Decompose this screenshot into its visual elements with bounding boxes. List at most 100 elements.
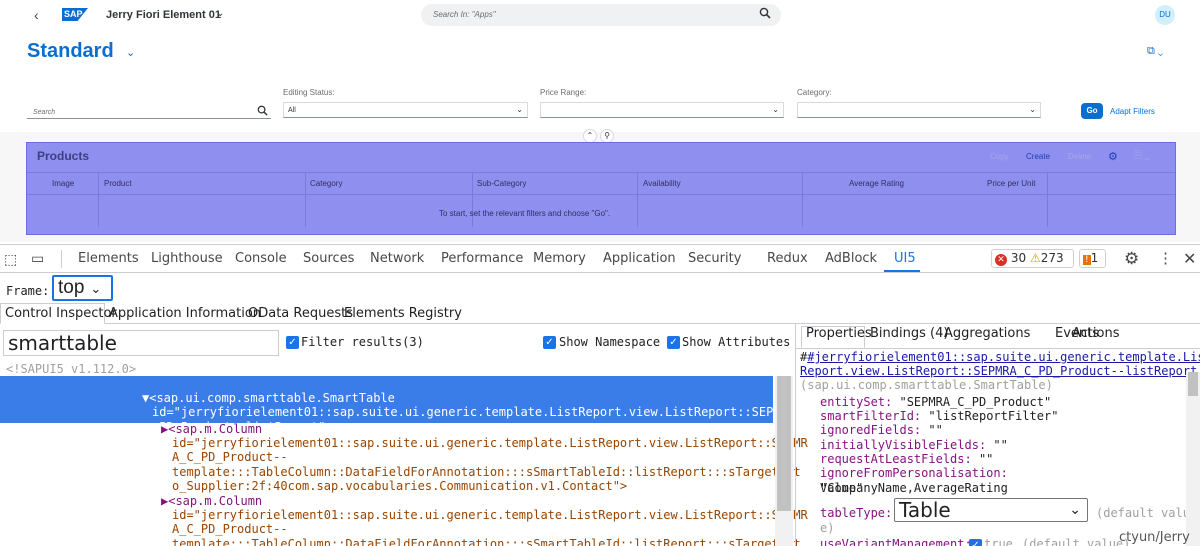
chevron-down-icon[interactable]: ⌄	[216, 8, 224, 19]
editing-status-select[interactable]: All ⌄	[283, 102, 528, 118]
tree-line: A_C_PD_Product--	[172, 522, 288, 537]
issues-count[interactable]: ! 1	[1079, 249, 1106, 268]
create-button[interactable]: Create	[1026, 152, 1050, 161]
subtab-control-inspector[interactable]: Control Inspector	[5, 306, 117, 321]
property-key: ignoreFromPersonalisation:	[820, 466, 1008, 480]
tree-line: id="jerryfiorielement01::sap.suite.ui.ge…	[172, 508, 808, 523]
tab-security[interactable]: Security	[688, 251, 741, 266]
property-value[interactable]: "listReportFilter"	[928, 409, 1058, 423]
table-type-value: Table	[899, 498, 951, 522]
tree-line: template:::TableColumn::DataFieldForAnno…	[172, 464, 801, 479]
collapse-header-icon[interactable]: ⌃	[583, 129, 597, 143]
property-key: entitySet:	[820, 395, 893, 409]
tree-line: id="jerryfiorielement01::sap.suite.ui.ge…	[152, 405, 810, 420]
filter-results-checkbox[interactable]: ✓	[286, 336, 299, 349]
variant-title[interactable]: Standard	[27, 40, 114, 63]
table-header-bottom-line	[27, 194, 1175, 195]
property-value[interactable]: ""	[979, 452, 993, 466]
properties-scrollbar[interactable]	[1186, 372, 1200, 546]
tab-console[interactable]: Console	[235, 251, 287, 266]
column-header[interactable]: Sub-Category	[477, 179, 526, 188]
table-type-select[interactable]: Table ⌄	[894, 498, 1088, 522]
properties-scrollbar-thumb[interactable]	[1188, 372, 1198, 396]
filter-search-input[interactable]: Search	[27, 103, 271, 119]
warning-count: 273	[1040, 251, 1064, 265]
rtab-aggregations[interactable]: Aggregations	[944, 326, 1030, 341]
property-row: smartFilterId: "listReportFilter"	[820, 409, 1058, 424]
tab-redux[interactable]: Redux	[767, 251, 808, 266]
tab-network[interactable]: Network	[370, 251, 424, 266]
device-toolbar-icon[interactable]: ▭	[31, 250, 44, 267]
console-counts[interactable]: ✕ 30 ⚠273	[991, 249, 1074, 268]
category-select[interactable]: ⌄	[797, 102, 1041, 118]
column-header[interactable]: Availability	[643, 179, 681, 188]
back-icon[interactable]: ‹	[34, 7, 39, 23]
adapt-filters-button[interactable]: Adapt Filters	[1110, 107, 1155, 116]
property-key: requestAtLeastFields:	[820, 452, 972, 466]
tab-sources[interactable]: Sources	[303, 251, 354, 266]
frame-select[interactable]: top ⌄	[52, 275, 113, 301]
active-tab-indicator	[884, 270, 920, 272]
rtab-bindings[interactable]: Bindings (4)	[870, 326, 948, 341]
frame-label: Frame:	[6, 284, 50, 298]
search-icon[interactable]	[759, 7, 771, 19]
tree-scrollbar-thumb[interactable]	[777, 376, 791, 511]
subtab-odata-requests[interactable]: OData Requests	[248, 306, 353, 321]
subtab-application-information[interactable]: Application Information	[109, 306, 261, 321]
tab-ui5[interactable]: UI5	[894, 251, 916, 266]
tree-line: ▶<sap.m.Column	[161, 494, 263, 508]
search-icon[interactable]	[257, 105, 268, 116]
tab-lighthouse[interactable]: Lighthouse	[151, 251, 223, 266]
control-search-input[interactable]: smarttable	[3, 330, 279, 356]
control-type: (sap.ui.comp.smarttable.SmartTable)	[800, 378, 1053, 392]
tab-application[interactable]: Application	[603, 251, 676, 266]
variant-chevron-icon[interactable]: ⌄	[126, 46, 135, 59]
avatar[interactable]: DU	[1155, 5, 1175, 25]
pin-icon[interactable]: ⚲	[600, 129, 614, 143]
column-header[interactable]: Price per Unit	[987, 179, 1035, 188]
delete-button[interactable]: Delete	[1068, 152, 1091, 161]
column-header[interactable]: Average Rating	[849, 179, 904, 188]
tree-line: ▶<sap.m.Column	[161, 422, 263, 436]
show-namespace-checkbox[interactable]: ✓	[543, 336, 556, 349]
property-key: smartFilterId:	[820, 409, 922, 423]
tab-memory[interactable]: Memory	[533, 251, 586, 266]
share-icon[interactable]: ⧉ ⌄	[1147, 45, 1163, 58]
column-header[interactable]: Category	[310, 179, 342, 188]
show-attributes-checkbox[interactable]: ✓	[667, 336, 680, 349]
control-id-link[interactable]: #jerryfiorielement01::sap.suite.ui.gener…	[807, 350, 1200, 364]
property-value[interactable]: ""	[993, 438, 1007, 452]
property-value[interactable]: ""	[928, 423, 942, 437]
property-value[interactable]: "SEPMRA_C_PD_Product"	[899, 395, 1051, 409]
subtab-elements-registry[interactable]: Elements Registry	[344, 306, 462, 321]
issues-icon: !	[1083, 255, 1091, 265]
tab-adblock[interactable]: AdBlock	[825, 251, 877, 266]
copy-button[interactable]: Copy	[990, 152, 1009, 161]
settings-icon[interactable]: ⚙	[1108, 150, 1118, 163]
close-icon[interactable]: ✕	[1183, 249, 1196, 269]
column-divider	[98, 173, 99, 227]
go-button[interactable]: Go	[1081, 103, 1103, 119]
app-title[interactable]: Jerry Fiori Element 01	[106, 9, 221, 21]
shell-search-placeholder: Search In: "Apps"	[433, 10, 496, 19]
default-value-note: (default value)	[1022, 537, 1131, 546]
settings-icon[interactable]: ⚙	[1124, 249, 1139, 269]
inspect-element-icon[interactable]: ⬚	[4, 251, 17, 268]
rtab-actions[interactable]: Actions	[1072, 326, 1120, 341]
column-header[interactable]: Image	[52, 179, 74, 188]
column-divider	[472, 173, 473, 227]
column-header[interactable]: Product	[104, 179, 132, 188]
price-range-select[interactable]: ⌄	[540, 102, 784, 118]
tree-node-column-2[interactable]: ▶<sap.m.Column id="jerryfiorielement01::…	[161, 494, 808, 546]
pane-splitter[interactable]	[795, 324, 796, 546]
more-options-icon[interactable]: ⋮	[1158, 249, 1173, 267]
property-row: entitySet: "SEPMRA_C_PD_Product"	[820, 395, 1051, 410]
control-id-link-2[interactable]: Report.view.ListReport::SEPMRA_C_PD_Prod…	[800, 364, 1197, 379]
export-icon[interactable]: ⎘ ⌄	[1134, 150, 1150, 161]
use-variant-checkbox[interactable]: ✓	[969, 539, 982, 546]
chevron-down-icon: ⌄	[1029, 105, 1036, 114]
tree-node-column-1[interactable]: ▶<sap.m.Column id="jerryfiorielement01::…	[161, 422, 808, 493]
tab-performance[interactable]: Performance	[441, 251, 523, 266]
rtab-properties[interactable]: Properties	[806, 326, 872, 341]
tab-elements[interactable]: Elements	[78, 251, 139, 266]
